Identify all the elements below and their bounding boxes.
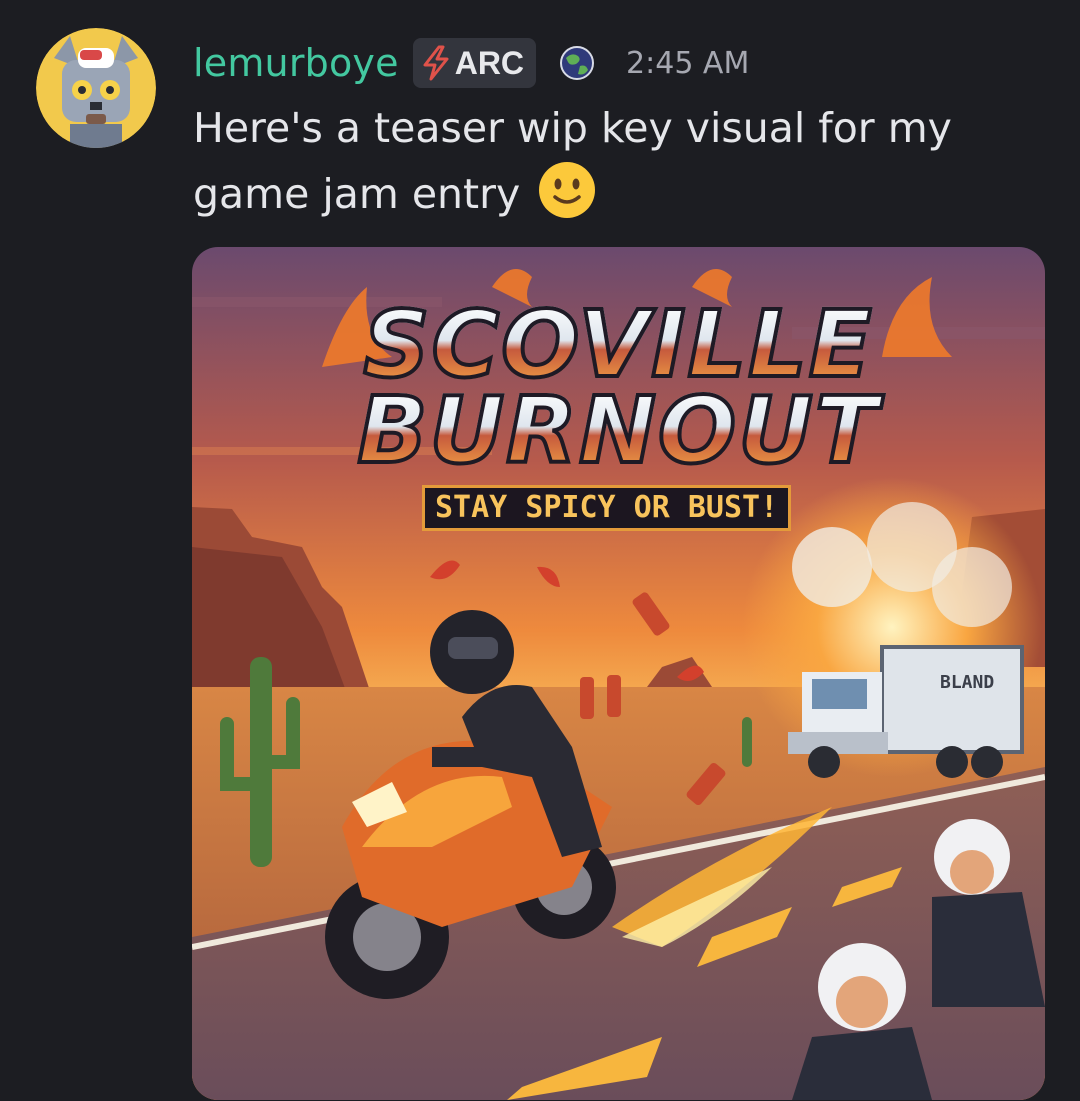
server-tag[interactable]: ARC [412, 38, 537, 88]
chat-message: lemurboye ARC 2:45 AM Here's a teaser wi… [0, 0, 1080, 1101]
message-header: lemurboye ARC 2:45 AM [193, 36, 749, 90]
globe-icon[interactable] [558, 44, 596, 82]
artwork-title-line2: BURNOUT [192, 383, 1045, 479]
timestamp: 2:45 AM [626, 45, 750, 81]
truck-label: BLAND [940, 672, 995, 693]
lemur-avatar-icon [36, 28, 156, 148]
message-content: Here's a teaser wip key visual for my ga… [193, 96, 1053, 226]
username[interactable]: lemurboye [193, 41, 399, 85]
lightning-bolt-icon [423, 45, 449, 81]
image-attachment[interactable]: SCOVILLE BURNOUT STAY SPICY OR BUST! BLA… [192, 247, 1045, 1100]
artwork-tagline: STAY SPICY OR BUST! [422, 485, 792, 531]
user-avatar[interactable] [36, 28, 156, 148]
server-tag-label: ARC [454, 44, 525, 81]
slightly-smiling-face-icon[interactable] [537, 160, 597, 220]
